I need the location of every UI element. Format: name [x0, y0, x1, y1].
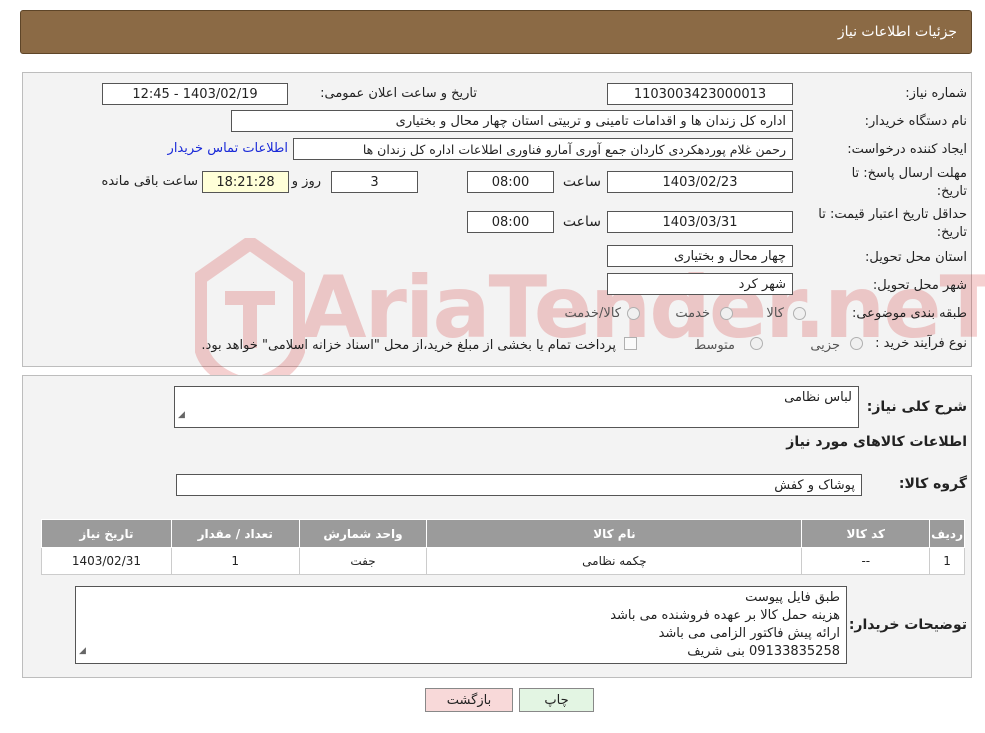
- cell-row-number: 1: [929, 547, 965, 575]
- process-radio-medium[interactable]: [750, 337, 763, 350]
- buyer-notes-textarea: طبق فایل پیوست هزینه حمل کالا بر عهده فر…: [75, 586, 847, 664]
- remaining-label: ساعت باقی مانده: [101, 174, 198, 189]
- col-header-row-number: ردیف: [929, 519, 965, 548]
- payment-note: پرداخت تمام یا بخشی از مبلغ خرید،از محل …: [201, 338, 616, 353]
- announce-label: تاریخ و ساعت اعلان عمومی:: [320, 86, 477, 101]
- group-field: پوشاک و کفش: [176, 474, 862, 496]
- category-radio-service[interactable]: [720, 307, 733, 320]
- deadline-time-label: ساعت: [562, 174, 601, 190]
- category-option-service: خدمت: [675, 306, 710, 321]
- province-field: چهار محال و بختیاری: [607, 245, 793, 267]
- province-label: استان محل تحویل:: [865, 250, 967, 265]
- validity-date-field: 1403/03/31: [607, 211, 793, 233]
- buyer-notes-label: توضیحات خریدار:: [848, 617, 967, 633]
- table-row: 1 -- چکمه نظامی جفت 1 1403/02/31: [41, 547, 965, 575]
- items-table-header-row: ردیف کد کالا نام کالا واحد شمارش تعداد /…: [41, 519, 965, 548]
- page-title: جزئیات اطلاعات نیاز: [837, 24, 957, 40]
- buyer-org-field: اداره کل زندان ها و اقدامات تامینی و ترب…: [231, 110, 793, 132]
- deadline-date-field: 1403/02/23: [607, 171, 793, 193]
- city-label: شهر محل تحویل:: [872, 278, 967, 293]
- cell-quantity: 1: [170, 547, 300, 575]
- category-label: طبقه بندی موضوعی:: [851, 306, 967, 321]
- col-header-need-date: تاریخ نیاز: [41, 519, 172, 548]
- days-field: 3: [331, 171, 418, 193]
- summary-label: شرح کلی نیاز:: [866, 399, 967, 415]
- deadline-label-date: تاریخ:: [936, 184, 967, 199]
- validity-label-date: تاریخ:: [936, 225, 967, 240]
- treasury-checkbox[interactable]: [624, 337, 637, 350]
- category-radio-goods-service[interactable]: [627, 307, 640, 320]
- resize-grip-icon: ◢: [79, 646, 86, 656]
- col-header-quantity: تعداد / مقدار: [170, 519, 300, 548]
- creator-label: ایجاد کننده درخواست:: [847, 142, 967, 157]
- cell-item-name: چکمه نظامی: [426, 547, 803, 575]
- resize-grip-icon: ◢: [178, 410, 185, 420]
- buyer-note-line: هزینه حمل کالا بر عهده فروشنده می باشد: [610, 608, 840, 623]
- items-table: ردیف کد کالا نام کالا واحد شمارش تعداد /…: [41, 519, 965, 575]
- process-radio-minor[interactable]: [850, 337, 863, 350]
- buyer-org-label: نام دستگاه خریدار:: [864, 114, 967, 129]
- validity-time-field: 08:00: [467, 211, 554, 233]
- validity-label: حداقل تاریخ اعتبار قیمت: تا: [818, 207, 967, 222]
- need-number-field: 1103003423000013: [607, 83, 793, 105]
- process-option-medium: متوسط: [694, 338, 735, 353]
- category-option-goods: کالا: [766, 306, 784, 321]
- category-radio-goods[interactable]: [793, 307, 806, 320]
- city-field: شهر کرد: [607, 273, 793, 295]
- process-option-minor: جزیی: [810, 338, 840, 353]
- summary-text: لباس نظامی: [784, 390, 852, 405]
- col-header-unit: واحد شمارش: [298, 519, 428, 548]
- page-header: جزئیات اطلاعات نیاز: [20, 10, 972, 54]
- days-label: روز و: [291, 174, 321, 189]
- back-button[interactable]: بازگشت: [425, 688, 513, 712]
- deadline-time-field: 08:00: [467, 171, 554, 193]
- need-number-label: شماره نیاز:: [905, 86, 967, 101]
- deadline-label: مهلت ارسال پاسخ: تا: [851, 166, 967, 181]
- cell-unit: جفت: [298, 547, 428, 575]
- validity-time-label: ساعت: [562, 214, 601, 230]
- print-button[interactable]: چاپ: [519, 688, 594, 712]
- buyer-note-line: ارائه پیش فاکتور الزامی می باشد: [658, 626, 840, 641]
- buyer-contact-link[interactable]: اطلاعات تماس خریدار: [168, 141, 288, 156]
- goods-info-title: اطلاعات کالاهای مورد نیاز: [786, 434, 967, 450]
- announce-field: 1403/02/19 - 12:45: [102, 83, 288, 105]
- group-label: گروه کالا:: [898, 476, 967, 492]
- buyer-note-line: 09133835258 بنی شریف: [687, 644, 840, 659]
- items-table-wrapper: ردیف کد کالا نام کالا واحد شمارش تعداد /…: [41, 519, 965, 575]
- buyer-note-line: طبق فایل پیوست: [745, 590, 840, 605]
- process-label: نوع فرآیند خرید :: [875, 336, 967, 351]
- col-header-item-code: کد کالا: [801, 519, 931, 548]
- col-header-item-name: نام کالا: [426, 519, 803, 548]
- summary-textarea: لباس نظامی ◢: [174, 386, 859, 428]
- cell-item-code: --: [801, 547, 931, 575]
- cell-need-date: 1403/02/31: [41, 547, 172, 575]
- creator-field: رحمن غلام پوردهکردی کاردان جمع آوری آمار…: [293, 138, 793, 160]
- category-option-goods-service: کالا/خدمت: [564, 306, 621, 321]
- remaining-time-field: 18:21:28: [202, 171, 289, 193]
